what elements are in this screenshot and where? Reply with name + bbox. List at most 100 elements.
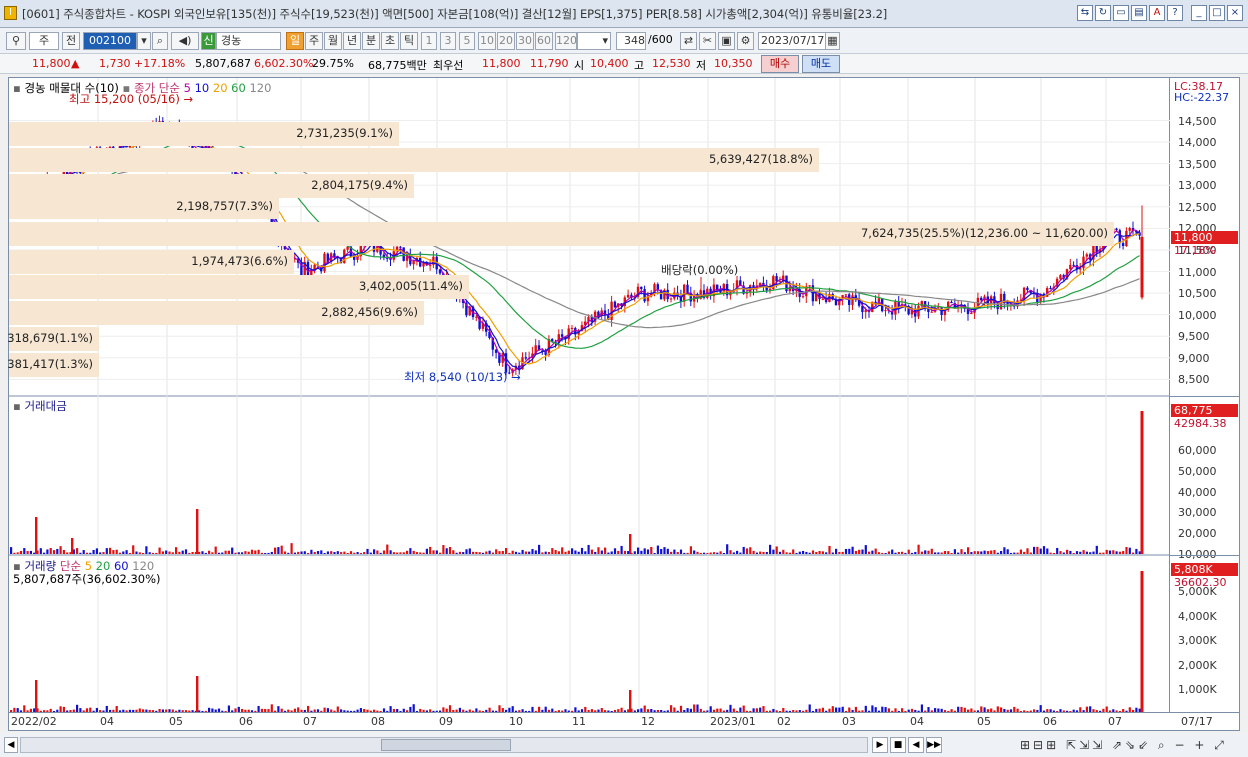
link-icon[interactable]: ⇆ <box>1077 5 1093 21</box>
period-6[interactable]: 틱 <box>400 32 418 50</box>
amount-bar <box>254 550 257 554</box>
volume-bar <box>254 710 257 712</box>
chart-area[interactable]: 2,731,235(9.1%) 5,639,427(18.8%) 2,804,175… <box>7 77 1171 714</box>
candle-body <box>844 294 848 296</box>
status-button-3[interactable]: ▶▶ <box>926 737 942 753</box>
volume-bar <box>316 709 320 712</box>
amount-bar <box>326 551 329 554</box>
volume-bar <box>693 704 696 712</box>
interval-dropdown[interactable]: ▾ <box>577 32 611 50</box>
amount-bar <box>488 550 491 554</box>
volume-tick-4: 1,000K <box>1178 683 1217 696</box>
stock-code-input[interactable]: 002100 <box>83 32 137 50</box>
amount-bar <box>844 548 848 554</box>
market-select[interactable]: 주 <box>29 32 59 50</box>
scroll-left-icon[interactable]: ◀ <box>4 737 18 753</box>
amount-bar <box>1082 550 1085 554</box>
code-dropdown-icon[interactable]: ▾ <box>137 32 151 50</box>
maximize-button[interactable]: □ <box>1209 5 1225 21</box>
volume-icon[interactable]: ◀) <box>171 32 199 50</box>
interval-3[interactable]: 3 <box>440 32 456 50</box>
interval-120[interactable]: 120 <box>555 32 577 50</box>
amount-bar <box>132 545 135 554</box>
amount-bar <box>584 551 587 554</box>
horizontal-scrollbar[interactable] <box>20 737 868 753</box>
volume-bar <box>726 709 729 712</box>
volume-bar <box>1079 707 1082 712</box>
amount-bar <box>1072 552 1075 554</box>
volume-bar <box>448 705 452 712</box>
amount-bar <box>686 552 689 554</box>
zoom-controls[interactable]: ⊞⊟⊞ ⇱⇲⇲ ⇗⇘⇙ ⌕ − + ⤢ <box>1020 738 1227 753</box>
pin-icon[interactable]: ⚲ <box>6 32 26 50</box>
scope-button[interactable]: 전 <box>62 32 80 50</box>
status-button-2[interactable]: ◀ <box>908 737 924 753</box>
volume-bar <box>389 706 392 712</box>
count-input[interactable]: 348 <box>616 32 646 50</box>
period-0[interactable]: 일 <box>286 32 304 50</box>
interval-60[interactable]: 60 <box>535 32 553 50</box>
period-4[interactable]: 분 <box>362 32 380 50</box>
volume-bar <box>851 710 854 712</box>
refresh-icon[interactable]: ↻ <box>1095 5 1111 21</box>
amount-bar <box>514 551 518 554</box>
x-label-10: 2023/01 <box>710 715 756 728</box>
sell-button[interactable]: 매도 <box>802 55 840 73</box>
amount-bar <box>277 547 280 554</box>
minimize-button[interactable]: _ <box>1191 5 1207 21</box>
volume-bar <box>531 706 534 712</box>
amount-bar <box>683 552 686 554</box>
font-icon[interactable]: A <box>1149 5 1165 21</box>
calendar-icon[interactable]: ▦ <box>825 32 840 50</box>
scroll-thumb[interactable] <box>381 739 511 751</box>
volume-bar <box>43 710 46 712</box>
amount-bar <box>881 552 884 554</box>
y-axis: 14,500 14,000 13,500 13,000 12,500 12,000 11,5… <box>1170 77 1240 713</box>
volume-bar <box>481 710 485 712</box>
interval-10[interactable]: 10 <box>478 32 496 50</box>
volume-bar <box>610 710 613 712</box>
window-icon[interactable]: ▭ <box>1113 5 1129 21</box>
amount-bar <box>887 551 890 554</box>
volume-bar <box>23 705 26 712</box>
volume-bar <box>353 710 356 712</box>
interval-5[interactable]: 5 <box>459 32 475 50</box>
volume-bar <box>551 708 554 712</box>
price-panel-legend[interactable]: ▪ 경농 매물대 수(10) ▪ 종가 단순 5 10 20 60 120 <box>13 80 271 96</box>
amount-bar <box>171 552 174 554</box>
date-input[interactable]: 2023/07/17 <box>758 32 826 50</box>
period-3[interactable]: 년 <box>343 32 361 50</box>
search-icon[interactable]: ⌕ <box>152 32 168 50</box>
volume-bar <box>16 708 19 712</box>
interval-20[interactable]: 20 <box>497 32 515 50</box>
amount-panel-title[interactable]: ▪ 거래대금 <box>13 398 67 414</box>
buy-button[interactable]: 매수 <box>761 55 799 73</box>
disk-icon[interactable]: ▣ <box>718 32 735 50</box>
amount-bar <box>871 550 874 554</box>
save-icon[interactable]: ▤ <box>1131 5 1147 21</box>
volume-bar <box>590 709 593 712</box>
amount-bar <box>953 549 956 554</box>
volume-bar <box>960 706 963 712</box>
interval-1[interactable]: 1 <box>421 32 437 50</box>
arrows-icon[interactable]: ⇄ <box>680 32 697 50</box>
period-5[interactable]: 초 <box>381 32 399 50</box>
period-2[interactable]: 월 <box>324 32 342 50</box>
close-button[interactable]: × <box>1227 5 1243 21</box>
volume-bar <box>1118 710 1121 712</box>
status-button-1[interactable]: ■ <box>890 737 906 753</box>
candle-body <box>821 298 824 300</box>
amount-bar <box>1125 546 1128 554</box>
tools-icon[interactable]: ✂ <box>699 32 716 50</box>
help-icon[interactable]: ? <box>1167 5 1183 21</box>
volume-bar <box>386 710 389 712</box>
volume-bar <box>538 706 541 712</box>
interval-30[interactable]: 30 <box>516 32 534 50</box>
status-button-0[interactable]: ▶ <box>872 737 888 753</box>
volume-profile-label: 2,731,235(9.1%) <box>296 126 393 140</box>
amount-bar <box>402 552 405 554</box>
gear-icon[interactable]: ⚙ <box>737 32 754 50</box>
open-price: 10,400 <box>590 57 629 70</box>
period-1[interactable]: 주 <box>305 32 323 50</box>
amount-bar <box>762 551 765 554</box>
